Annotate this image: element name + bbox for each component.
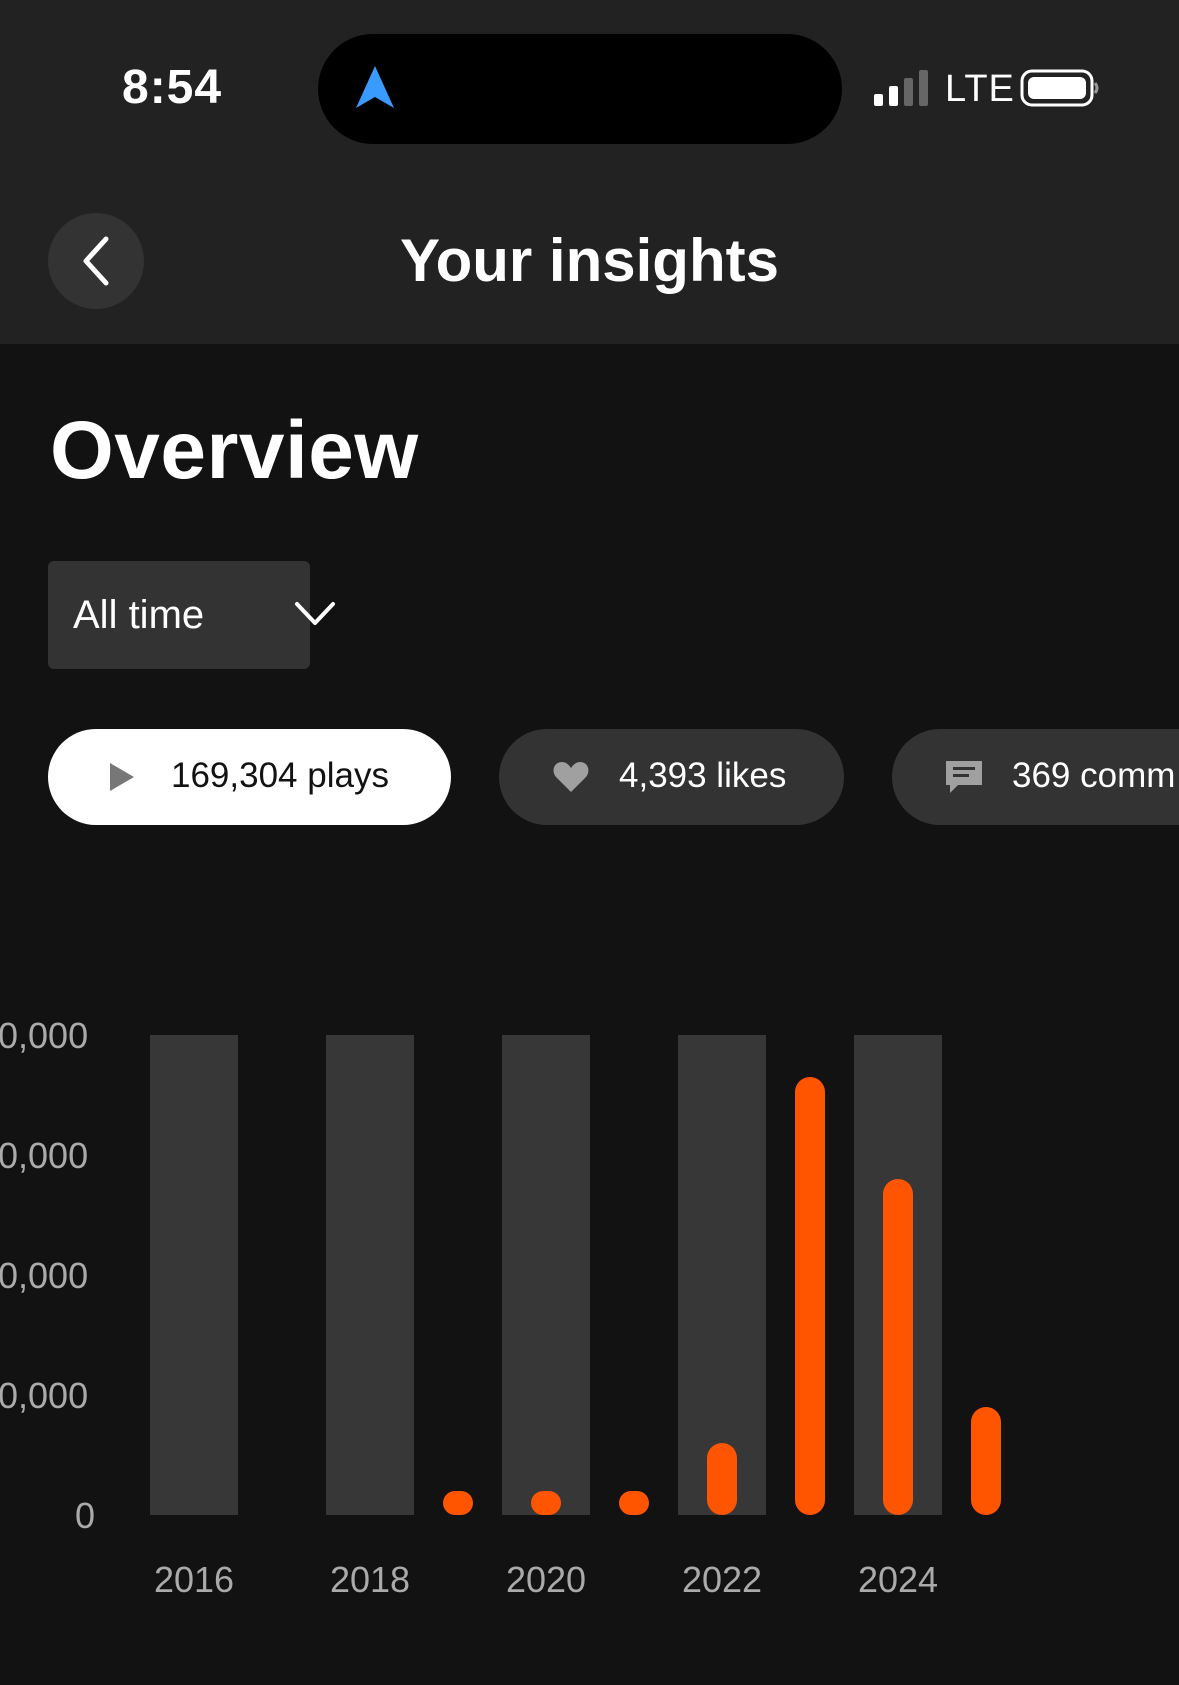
bar-2023[interactable] <box>795 1077 825 1515</box>
bar-2019[interactable] <box>443 1491 473 1515</box>
year-track-2018[interactable] <box>326 1035 414 1515</box>
bar-2021[interactable] <box>619 1491 649 1515</box>
x-tick-label: 2016 <box>154 1559 234 1600</box>
y-tick-label: 0,000 <box>0 1135 88 1176</box>
status-time: 8:54 <box>122 61 223 114</box>
chevron-down-icon <box>295 602 335 625</box>
x-tick-label: 2020 <box>506 1559 586 1600</box>
heart-icon <box>553 762 589 792</box>
year-track-2020[interactable] <box>502 1035 590 1515</box>
section-title: Overview <box>50 405 419 496</box>
comments-metric-chip[interactable]: 369 comm <box>892 729 1179 825</box>
bar-2022[interactable] <box>707 1443 737 1515</box>
comment-icon <box>946 761 982 793</box>
time-range-label: All time <box>73 592 205 637</box>
page-title: Your insights <box>400 227 779 294</box>
plays-metric-chip[interactable]: 169,304 plays <box>48 729 451 825</box>
year-track-2016[interactable] <box>150 1035 238 1515</box>
network-label: LTE <box>945 68 1015 110</box>
time-range-dropdown[interactable]: All time <box>48 561 335 669</box>
y-tick-label: 0 <box>75 1495 95 1536</box>
y-tick-label: 0,000 <box>0 1375 88 1416</box>
navigation-arrow-icon <box>356 66 394 108</box>
plays-bar-chart: 0,000 0,000 0,000 0,000 0 2016 2018 2020 2022 202… <box>0 1015 1001 1600</box>
x-tick-label: 2018 <box>330 1559 410 1600</box>
play-icon <box>110 763 134 791</box>
x-tick-label: 2022 <box>682 1559 762 1600</box>
y-tick-label: 0,000 <box>0 1255 88 1296</box>
dynamic-island <box>318 34 842 144</box>
likes-metric-chip[interactable]: 4,393 likes <box>499 729 844 825</box>
signal-icon <box>874 70 928 106</box>
comments-label: 369 comm <box>1012 756 1176 795</box>
bar-2020[interactable] <box>531 1491 561 1515</box>
plays-label: 169,304 plays <box>171 756 389 795</box>
bar-2024[interactable] <box>883 1179 913 1515</box>
x-tick-label: 2024 <box>858 1559 938 1600</box>
likes-label: 4,393 likes <box>619 756 787 795</box>
battery-icon <box>1020 69 1099 107</box>
bar-2025[interactable] <box>971 1407 1001 1515</box>
y-tick-label: 0,000 <box>0 1015 88 1056</box>
